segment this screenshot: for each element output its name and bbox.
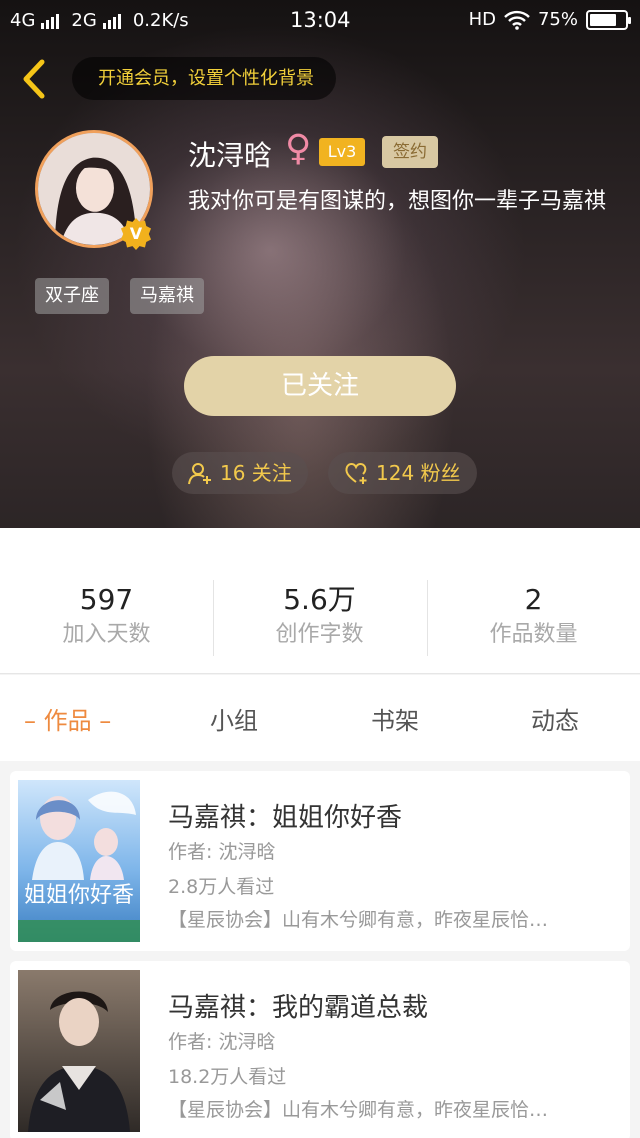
tab-works[interactable]: – 作品 – [24,701,111,736]
network-type-1: 4G [10,10,36,31]
work-cover[interactable]: 姐姐你好香 [18,780,140,942]
vip-background-banner[interactable]: 开通会员，设置个性化背景 [72,57,336,100]
back-arrow-icon[interactable] [16,58,52,100]
work-title: 马嘉祺：姐姐你好香 [168,803,403,833]
follow-button[interactable]: 已关注 [184,356,456,416]
work-description: 【星辰协会】山有木兮卿有意，昨夜星辰恰… [168,1099,549,1121]
profile-tag: 马嘉祺 [130,278,204,314]
signed-author-badge: 签约 [382,136,438,168]
battery-icon [586,9,631,30]
stat-value: 5.6万 [283,583,356,616]
cover-title-text: 姐姐你好香 [24,883,134,908]
works-list: 姐姐你好香 马嘉祺：姐姐你好香 作者: 沈浔晗 2.8万人看过 【星辰协会】山有… [0,761,640,1138]
clock: 13:04 [290,8,351,32]
female-gender-icon: ♀ [285,128,312,169]
work-title: 马嘉祺：我的霸道总裁 [168,993,429,1023]
level-badge: Lv3 [319,138,365,166]
work-views: 18.2万人看过 [168,1066,287,1088]
network-type-2: 2G [71,10,97,31]
signal-icon [41,13,60,29]
fans-count-button[interactable]: 124 粉丝 [328,452,477,494]
stat-join-days: 597 加入天数 [0,583,213,651]
stat-works-count: 2 作品数量 [427,583,640,651]
username: 沈浔晗 [188,139,273,172]
hd-indicator: HD [468,9,496,30]
battery-percent: 75% [537,9,578,30]
add-user-icon [188,463,211,485]
tab-bookshelf[interactable]: 书架 [371,701,419,736]
stats-panel: 597 加入天数 5.6万 创作字数 2 作品数量 [0,528,640,674]
wifi-icon [504,10,530,30]
following-count-button[interactable]: 16 关注 [172,452,308,494]
heart-plus-icon [345,463,367,484]
work-author: 作者: 沈浔晗 [168,841,276,863]
signal-icon-2 [102,13,121,29]
status-bar: 4G 2G 0.2K/s 13:04 HD 75% [0,0,640,42]
stat-word-count: 5.6万 创作字数 [213,583,426,651]
work-author: 作者: 沈浔晗 [168,1031,276,1053]
work-description: 【星辰协会】山有木兮卿有意，昨夜星辰恰… [168,909,549,931]
profile-tag: 双子座 [35,278,109,314]
profile-header: 4G 2G 0.2K/s 13:04 HD 75% 开通会员，设置个性化背景 V… [0,0,640,528]
stat-label: 作品数量 [489,622,578,647]
fans-label: 124 粉丝 [376,461,461,485]
following-label: 16 关注 [220,461,292,485]
work-card[interactable]: 马嘉祺：我的霸道总裁 作者: 沈浔晗 18.2万人看过 【星辰协会】山有木兮卿有… [10,961,630,1138]
tab-activity[interactable]: 动态 [531,701,579,736]
work-cover[interactable] [18,970,140,1132]
stat-label: 创作字数 [275,622,364,647]
stat-value: 597 [79,583,134,616]
work-card[interactable]: 姐姐你好香 马嘉祺：姐姐你好香 作者: 沈浔晗 2.8万人看过 【星辰协会】山有… [10,771,630,951]
stat-value: 2 [524,583,543,616]
user-bio: 我对你可是有图谋的，想图你一辈子马嘉祺 [188,189,607,214]
stat-label: 加入天数 [62,622,151,647]
network-speed: 0.2K/s [132,10,189,31]
profile-tabs: – 作品 – 小组 书架 动态 [0,675,640,761]
work-views: 2.8万人看过 [168,876,275,898]
tab-groups[interactable]: 小组 [210,701,258,736]
